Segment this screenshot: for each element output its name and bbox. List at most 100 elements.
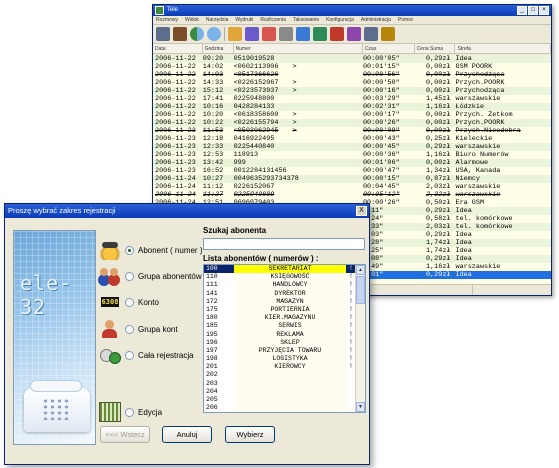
menu-item[interactable]: Wydruki xyxy=(235,16,253,24)
cell-zone: Idea xyxy=(455,271,472,279)
list-scrollbar[interactable]: ▲ ▼ xyxy=(355,265,365,412)
radio-button[interactable] xyxy=(125,297,134,307)
list-item[interactable]: 110 KSIĘGOWOŚĆ! xyxy=(204,273,365,282)
menu-item[interactable]: Pomoc xyxy=(398,16,414,24)
keypad-shape xyxy=(42,398,72,420)
scope-option[interactable]: Cała rejestracja xyxy=(99,344,194,366)
column-header[interactable]: Strefa xyxy=(455,44,551,53)
subscriber-list[interactable]: 100 SEKRETARIAT! 110 KSIĘGOWOŚĆ! 111 HANDLOWC… xyxy=(203,264,366,413)
radio-button[interactable] xyxy=(125,271,134,281)
table-row[interactable]: 2006-11-22 14:03 <0517366626 00:00'56" 0,00z… xyxy=(153,71,551,79)
table-row[interactable]: 2006-11-22 10:20 <0618358600 >00:00'17" 0,00… xyxy=(153,111,551,119)
table-row[interactable]: 2006-11-24 11:12 0226152067 00:04'45" 2,03zł… xyxy=(153,183,551,191)
table-row[interactable]: 2006-11-24 10:27 0049635293734378 00:00'15"… xyxy=(153,175,551,183)
chart-icon[interactable] xyxy=(262,27,276,41)
column-header[interactable]: Numer xyxy=(234,44,363,53)
minimize-icon[interactable]: _ xyxy=(517,6,527,15)
radio-button[interactable] xyxy=(125,245,134,255)
settings-icon[interactable] xyxy=(347,27,361,41)
list-item[interactable]: 198 LOGISTYKA! xyxy=(204,355,365,364)
list-item[interactable]: 204 xyxy=(204,387,365,396)
column-header[interactable]: Data xyxy=(153,44,203,53)
table-row[interactable]: 2006-11-23 13:42 999 00:01'06" 0,00zł Alarmow… xyxy=(153,159,551,167)
subscriber-code: 202 xyxy=(206,371,218,379)
scroll-up-icon[interactable]: ▲ xyxy=(356,265,365,275)
calendar-icon[interactable] xyxy=(364,27,378,41)
edit-icon[interactable] xyxy=(296,27,310,41)
list-item[interactable]: 100 SEKRETARIAT! xyxy=(204,265,365,274)
cell-date: 2006-11-23 xyxy=(155,143,196,151)
report-icon[interactable] xyxy=(313,27,327,41)
list-item[interactable]: 203 xyxy=(204,379,365,388)
back-button[interactable]: <<< Wstecz xyxy=(100,426,150,443)
menu-item[interactable]: Konfiguracja xyxy=(326,16,354,24)
table-row[interactable]: 2006-11-22 09:20 0519019528 00:00'05" 0,29zł… xyxy=(153,55,551,63)
radio-button[interactable] xyxy=(125,350,134,360)
close-button[interactable]: X xyxy=(356,206,367,216)
menu-item[interactable]: Narzędzia xyxy=(206,16,229,24)
column-header[interactable]: Czas xyxy=(363,44,415,53)
subscriber-name: KIER.MAGAZYNU xyxy=(234,314,346,323)
filter-icon[interactable] xyxy=(173,27,187,41)
list-item[interactable]: 201 KIEROWCY! xyxy=(204,363,365,372)
column-header[interactable]: Cena Suma xyxy=(415,44,456,53)
maximize-icon[interactable]: □ xyxy=(528,6,538,15)
list-item[interactable]: 111 HANDLOWCY! xyxy=(204,281,365,290)
table-row[interactable]: 2006-11-23 11:53 <0503062945 >00:00'09" 0,00… xyxy=(153,127,551,135)
table-row[interactable]: 2006-11-22 14:02 <0602113906 >00:01'15" 0,00… xyxy=(153,63,551,71)
export-icon[interactable] xyxy=(381,27,395,41)
menu-item[interactable]: Rozmowy xyxy=(156,16,178,24)
scroll-down-icon[interactable]: ▼ xyxy=(356,402,365,412)
table-row[interactable]: 2006-11-23 12:18 0416922495 00:00'43" 0,25zł… xyxy=(153,135,551,143)
cancel-button[interactable]: Anuluj xyxy=(162,426,212,443)
scope-option[interactable]: Edycja xyxy=(99,401,162,423)
table-row[interactable]: 2006-11-23 16:52 0012284131456 00:00'47" 1,3… xyxy=(153,167,551,175)
table-row[interactable]: 2006-11-22 17:41 0225948800 00:03'29" 1,45zł… xyxy=(153,95,551,103)
back-arrow-icon[interactable] xyxy=(190,27,204,41)
subscriber-name xyxy=(234,371,346,380)
cell-number: 0416922495 xyxy=(233,135,275,143)
cell-duration: 00:00'47" xyxy=(362,167,400,175)
column-header[interactable]: Godzina xyxy=(203,44,234,53)
tools-icon[interactable] xyxy=(330,27,344,41)
scope-option[interactable]: Grupa abonentów xyxy=(99,265,202,287)
list-item[interactable]: 195 REKLAMA! xyxy=(204,330,365,339)
menu-item[interactable]: Widok xyxy=(185,16,199,24)
menu-item[interactable]: Administracja xyxy=(361,16,391,24)
scope-option[interactable]: Grupa kont xyxy=(99,318,178,340)
list-item[interactable]: 202 xyxy=(204,371,365,380)
list-item[interactable]: 206 xyxy=(204,404,365,412)
menu-item[interactable]: Rozliczenia xyxy=(260,16,286,24)
cell-duration: 00:05'12" xyxy=(362,191,400,199)
search-icon[interactable] xyxy=(245,27,259,41)
table-row[interactable]: 2006-11-23 12:33 0225440840 00:00'45" 0,29zł… xyxy=(153,143,551,151)
scroll-thumb[interactable] xyxy=(356,276,365,304)
radio-button[interactable] xyxy=(125,324,134,334)
radio-button[interactable] xyxy=(125,407,134,417)
table-row[interactable]: 2006-11-22 15:12 <0223573937 >00:00'16" 0,00… xyxy=(153,87,551,95)
forward-arrow-icon[interactable] xyxy=(207,27,221,41)
scope-option[interactable]: 6308 Konto xyxy=(99,291,159,313)
print-icon[interactable] xyxy=(156,27,170,41)
list-item[interactable]: 172 MAGAZYN! xyxy=(204,297,365,306)
close-icon[interactable]: × xyxy=(539,6,549,15)
list-item[interactable]: 197 PRZYJĘCIA TOWARU! xyxy=(204,346,365,356)
cell-number: 999 xyxy=(233,159,246,167)
scope-option[interactable]: Abonent ( numer ) xyxy=(99,239,202,261)
table-row[interactable]: 2006-11-22 14:33 <0226152067 >00:00'50" 0,00… xyxy=(153,79,551,87)
table-row[interactable]: 2006-11-23 12:53 118913 00:00'36" 1,16zł Biur… xyxy=(153,151,551,159)
table-row[interactable]: 2006-11-22 10:16 0428284133 00:02'31" 1,16zł… xyxy=(153,103,551,111)
menu-item[interactable]: Taksowanie xyxy=(293,16,319,24)
list-item[interactable]: 185 SERWIS! xyxy=(204,322,365,331)
list-item[interactable]: 196 SKLEP! xyxy=(204,338,365,347)
table-row[interactable]: 2006-11-24 11:27 0225940809 00:05'12" 2,32zł… xyxy=(153,191,551,199)
folder-icon[interactable] xyxy=(228,27,242,41)
choose-button[interactable]: Wybierz xyxy=(225,426,275,443)
phone-book-icon[interactable] xyxy=(279,27,293,41)
list-item[interactable]: 205 xyxy=(204,396,365,405)
list-item[interactable]: 180 KIER.MAGAZYNU! xyxy=(204,314,365,323)
list-item[interactable]: 141 DYREKTOR! xyxy=(204,289,365,298)
table-row[interactable]: 2006-11-22 10:22 <0226155794 >00:00'26" 0,00… xyxy=(153,119,551,127)
list-item[interactable]: 175 PORTIERNIA! xyxy=(204,305,365,315)
search-input[interactable] xyxy=(203,238,365,250)
